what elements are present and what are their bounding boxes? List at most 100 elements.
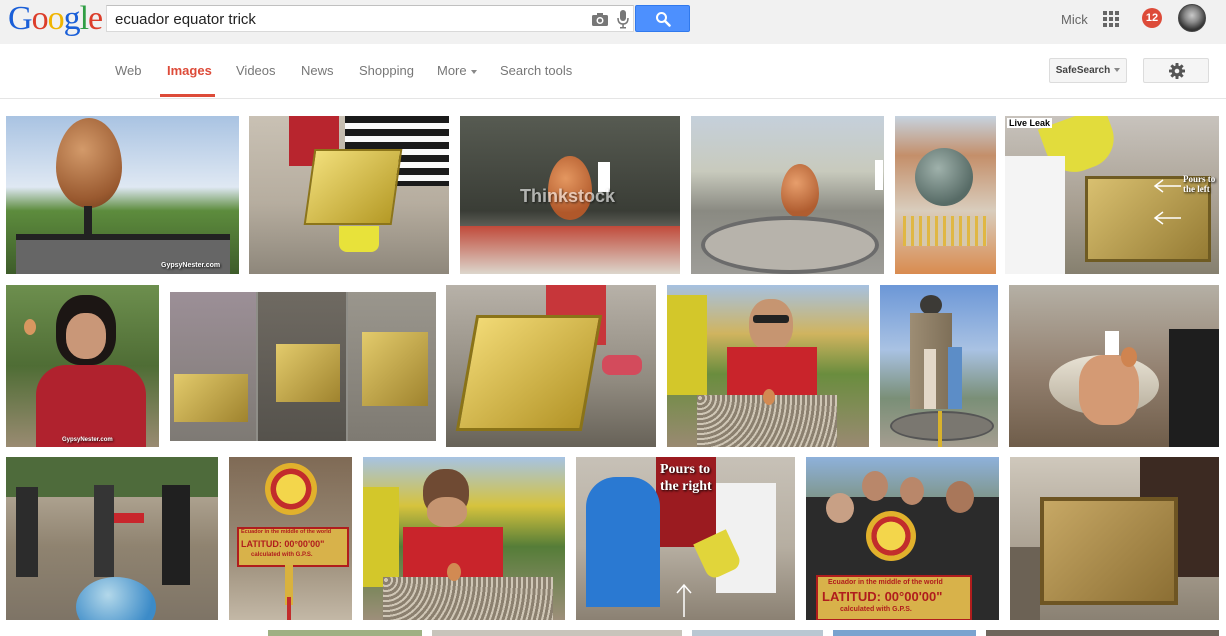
notification-badge[interactable]: 12 [1142,8,1162,28]
image-result[interactable]: Live Leak Pours to the left [1005,116,1219,274]
image-result[interactable]: GypsyNester.com [6,285,159,447]
person-face [66,313,106,359]
image-result[interactable] [170,292,436,441]
equator-line [287,597,291,620]
person-face [862,471,888,501]
logo-letter: e [88,0,103,37]
chevron-down-icon [1114,68,1121,73]
yellow-building [667,295,707,395]
microphone-icon[interactable] [617,9,629,29]
tab-more-label: More [437,63,467,78]
camera-icon[interactable] [591,11,609,27]
nav-bar: Web Images Videos News Shopping More Sea… [0,44,1226,99]
liveleak-watermark: Live Leak [1007,118,1053,128]
image-result[interactable] [1010,457,1219,620]
image-result[interactable]: GypsyNester.com [6,116,239,274]
search-box[interactable] [106,5,634,32]
image-result[interactable] [692,630,823,636]
yellow-building [363,487,399,587]
sign-text: Ecuador in the middle of the world [241,529,332,535]
gold-basin [174,374,248,422]
person-face [427,497,467,527]
image-result[interactable] [691,116,884,274]
image-result[interactable] [986,630,1219,636]
person-face [826,493,854,523]
equator-line [938,411,942,447]
active-tab-indicator [160,94,215,97]
image-result[interactable] [833,630,976,636]
red-shoes [602,355,642,375]
avatar[interactable] [1178,4,1206,32]
watermark: GypsyNester.com [62,437,113,443]
apps-grid-icon[interactable] [1103,11,1119,27]
image-result[interactable] [446,285,656,447]
image-result[interactable] [363,457,565,620]
image-result[interactable]: Thinkstock [460,116,680,274]
watermark: Thinkstock [520,186,616,206]
logo-letter: o [31,0,49,37]
image-result[interactable] [1009,285,1219,447]
egg [56,118,122,208]
person [1169,329,1219,447]
search-input[interactable] [115,9,575,29]
gold-basin [276,344,340,402]
pedestal [701,216,879,274]
sign-text: LATITUD: 00°00'00" [822,589,943,604]
tab-shopping[interactable]: Shopping [359,63,414,78]
stone-wall [1010,547,1040,620]
safesearch-button[interactable]: SafeSearch [1049,58,1127,83]
arrow-left-icon [1153,179,1181,225]
globe-monument [920,295,942,315]
image-result[interactable]: Ecuador in the middle of the world LATIT… [229,457,352,620]
tab-images[interactable]: Images [167,63,212,78]
person-face [749,299,793,351]
equator-sign-emblem [265,463,317,515]
image-result[interactable] [895,116,996,274]
logo-letter: G [8,0,33,37]
fence [903,216,987,246]
gold-basin [455,315,603,431]
image-result[interactable]: Pours to the right [576,457,795,620]
globe-monument [76,577,156,620]
top-bar: Google Mick 12 [0,0,1226,44]
pedestal [460,226,680,274]
egg [24,319,36,335]
image-result[interactable] [880,285,998,447]
overlay-caption: Pours to the right [660,462,712,494]
egg [1121,347,1137,367]
person-arm [1005,156,1065,274]
tab-search-tools[interactable]: Search tools [500,63,572,78]
image-result[interactable] [667,285,869,447]
image-result[interactable] [249,116,449,274]
sign-e [1105,331,1119,355]
person-face [900,477,924,505]
google-logo[interactable]: Google [8,0,103,40]
image-result[interactable]: Ecuador in the middle of the world LATIT… [806,457,999,620]
egg [781,164,819,218]
tab-news[interactable]: News [301,63,334,78]
egg [763,389,775,405]
gravel-tray [383,577,553,620]
sign-text: Ecuador in the middle of the world [828,579,943,586]
tab-web[interactable]: Web [115,63,142,78]
arrow-up-icon [676,583,692,617]
image-result[interactable] [6,457,218,620]
user-name[interactable]: Mick [1061,12,1088,27]
person-jacket [586,477,660,607]
tab-more[interactable]: More [437,63,477,78]
gold-basin [362,332,428,406]
logo-letter: g [63,0,81,37]
tab-videos[interactable]: Videos [236,63,276,78]
red-sign [114,513,144,523]
image-result[interactable] [268,630,422,636]
sign-e [875,160,883,190]
sign-text: calculated with G.P.S. [251,552,313,558]
person [16,487,38,577]
safesearch-label: SafeSearch [1055,65,1111,76]
image-result[interactable] [432,630,682,636]
settings-button[interactable] [1143,58,1209,83]
sign-text: calculated with G.P.S. [840,606,912,613]
search-button[interactable] [635,5,690,32]
person-face [946,481,974,513]
person [162,485,190,585]
